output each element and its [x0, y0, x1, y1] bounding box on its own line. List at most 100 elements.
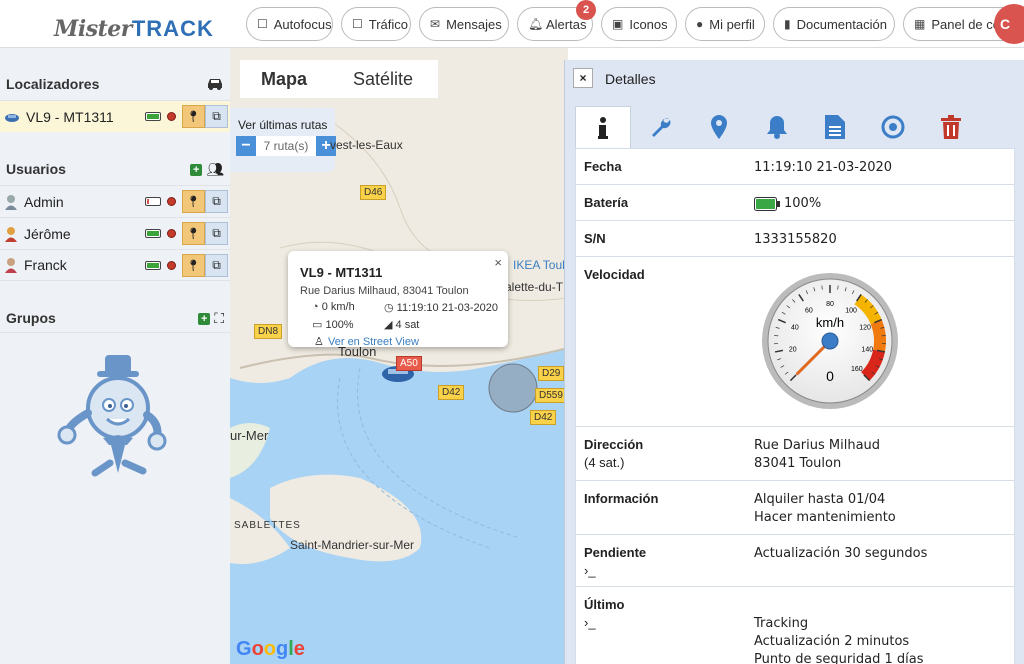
gauge-tick-label: 100	[845, 307, 857, 314]
row-velocidad: Velocidad 20 40 60 80 100 120 140 160 km/h 0	[576, 257, 1014, 427]
battery-icon	[145, 229, 161, 238]
tab-info[interactable]	[575, 106, 631, 148]
place-label: Saint-Mandrier-sur-Mer	[290, 538, 415, 552]
tab-satelite[interactable]: Satélite	[328, 60, 438, 98]
row-key: Fecha	[584, 159, 622, 174]
user-row-franck[interactable]: Franck 📍︎ ⧉	[0, 249, 230, 281]
place-label: alette-du-T	[505, 280, 564, 294]
user-row-jerome[interactable]: Jérôme 📍︎ ⧉	[0, 217, 230, 249]
locate-button[interactable]: 📍︎	[182, 253, 205, 277]
copy-icon: ⧉	[212, 257, 221, 272]
tab-alerts[interactable]	[749, 106, 805, 148]
google-logo: Google	[236, 638, 305, 660]
recent-routes-control: Ver últimas rutas − 7 ruta(s) +	[230, 108, 336, 172]
mi-perfil-button[interactable]: ● Mi perfil	[685, 7, 765, 41]
map-pin-icon: 📍︎	[186, 111, 201, 123]
details-header: × Detalles	[565, 60, 1024, 98]
gauge-tick-label: 140	[861, 346, 873, 353]
tab-settings[interactable]	[633, 106, 689, 148]
tab-mapa[interactable]: Mapa	[240, 60, 328, 98]
locate-button[interactable]: 📍︎	[182, 222, 205, 245]
locate-button[interactable]: 📍︎	[182, 105, 205, 128]
square-icon: ☐	[257, 17, 268, 31]
car-icon[interactable]	[206, 76, 224, 90]
row-sn: S/N 1333155820	[576, 221, 1014, 257]
row-key: Información	[584, 491, 659, 506]
popup-battery: ▭ 100%	[312, 319, 354, 331]
row-fecha: Fecha 11:19:10 21-03-2020	[576, 149, 1014, 185]
mensajes-button[interactable]: ✉ Mensajes	[419, 7, 509, 41]
copy-button[interactable]: ⧉	[205, 105, 228, 128]
add-user-icon[interactable]: +	[190, 163, 203, 176]
documentacion-button[interactable]: ▮ Documentación	[773, 7, 895, 41]
trafico-button[interactable]: ☐ Tráfico	[341, 7, 411, 41]
row-direccion: Dirección (4 sat.) Rue Darius Milhaud 830…	[576, 427, 1014, 481]
tab-delete[interactable]	[923, 106, 979, 148]
row-value: 1333155820	[754, 232, 837, 247]
grupos-title: Grupos	[6, 310, 56, 326]
bell-icon: 🔔︎	[528, 17, 544, 31]
road-tag: D46	[360, 185, 387, 200]
file-icon	[825, 115, 845, 139]
map-view[interactable]: Mapa Satélite Ver últimas rutas − 7 ruta…	[230, 48, 568, 664]
user-avatar-icon	[5, 226, 17, 242]
road-tag: D559	[535, 388, 567, 403]
street-view-link[interactable]: Ver en Street View	[328, 336, 419, 348]
user-name: Jérôme	[24, 225, 71, 242]
routes-count-input[interactable]: 7 ruta(s)	[256, 136, 316, 156]
tracker-row-vl9[interactable]: VL9 - MT1311 📍︎ ⧉	[0, 100, 230, 132]
battery-icon	[145, 112, 161, 121]
mistertrack-logo[interactable]: MisterTRACK	[54, 6, 213, 42]
iconos-button[interactable]: ▣ Iconos	[601, 7, 677, 41]
popup-close-button[interactable]: ×	[494, 255, 502, 270]
localizadores-title: Localizadores	[6, 76, 100, 92]
battery-icon	[145, 260, 161, 270]
gauge-tick-label: 120	[859, 324, 871, 331]
locate-button[interactable]: 📍︎	[182, 190, 205, 213]
image-icon: ▣	[612, 17, 624, 31]
copy-button[interactable]: ⧉	[205, 253, 228, 277]
road-tag: A50	[396, 356, 422, 371]
terminal-icon[interactable]: ›_	[584, 563, 596, 578]
road-tag: D42	[530, 410, 557, 425]
logo-text: MisterTRACK	[54, 16, 214, 42]
tab-target[interactable]	[865, 106, 921, 148]
details-title: Detalles	[605, 71, 656, 87]
speedometer-icon: ◔	[312, 301, 322, 313]
add-group-icon[interactable]: +	[198, 312, 211, 325]
user-name: Admin	[24, 193, 64, 210]
usuarios-actions: + 👥︎	[190, 161, 224, 178]
gauge-tick-label: 160	[851, 366, 863, 373]
row-key: S/N	[584, 231, 606, 246]
autofocus-button[interactable]: ☐ Autofocus	[246, 7, 333, 41]
group-network-icon[interactable]: ⛶	[214, 310, 224, 327]
road-tag: D29	[538, 366, 565, 381]
gauge-unit: km/h	[816, 315, 844, 330]
popup-address: Rue Darius Milhaud, 83041 Toulon	[300, 285, 469, 297]
square-icon: ☐	[352, 17, 363, 31]
terminal-icon[interactable]: ›_	[584, 615, 596, 630]
copy-icon: ⧉	[212, 109, 221, 123]
tab-location[interactable]	[691, 106, 747, 148]
envelope-icon: ✉	[430, 17, 441, 31]
popup-time: ◷ 11:19:10 21-03-2020	[384, 302, 498, 314]
row-key: Batería	[584, 195, 629, 210]
copy-button[interactable]: ⧉	[205, 190, 228, 213]
bell-icon	[767, 116, 787, 139]
routes-minus-button[interactable]: −	[236, 136, 256, 156]
row-value: Tracking Actualización 2 minutos Punto de …	[754, 616, 924, 664]
details-close-button[interactable]: ×	[573, 68, 593, 88]
place-label: IKEA Toul	[513, 258, 565, 272]
popup-title: VL9 - MT1311	[300, 265, 383, 280]
user-row-admin[interactable]: Admin 📍︎ ⧉	[0, 185, 230, 217]
tab-documents[interactable]	[807, 106, 863, 148]
battery-full-icon	[754, 197, 780, 211]
vehicle-info-popup: × VL9 - MT1311 Rue Darius Milhaud, 83041…	[288, 251, 508, 348]
users-group-icon[interactable]: 👥︎	[206, 161, 224, 178]
row-pendiente: Pendiente ›_ Actualización 30 segundos	[576, 535, 1014, 587]
copy-button[interactable]: ⧉	[205, 222, 228, 245]
battery-icon: ▭	[312, 319, 326, 331]
alertas-button[interactable]: 🔔︎ Alertas 2	[517, 0, 596, 41]
book-icon: ▮	[784, 17, 791, 31]
details-table: Fecha 11:19:10 21-03-2020 Batería 100% S…	[575, 148, 1015, 664]
